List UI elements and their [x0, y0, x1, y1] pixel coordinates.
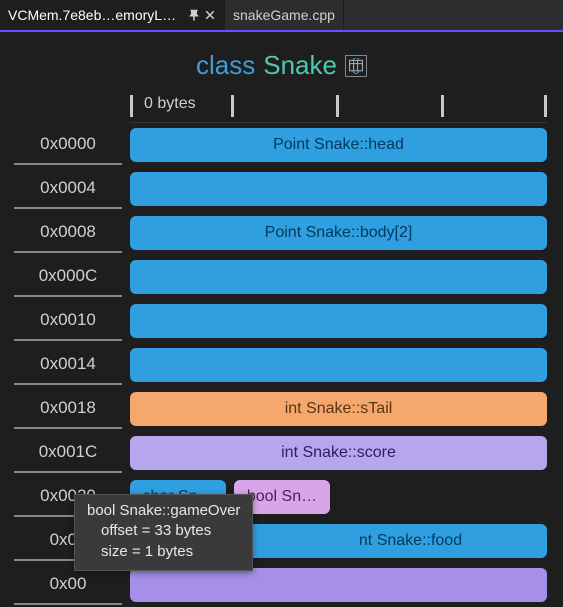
- field-bar[interactable]: [130, 304, 547, 338]
- field-row: int Snake::sTail: [130, 389, 547, 429]
- address-cell: 0x0004: [14, 169, 122, 209]
- field-tooltip: bool Snake::gameOver offset = 33 bytes s…: [74, 494, 253, 571]
- field-bar[interactable]: Point Snake::head: [130, 128, 547, 162]
- field-bar[interactable]: Point Snake::body[2]: [130, 216, 547, 250]
- field-row: [130, 257, 547, 297]
- field-bar[interactable]: int Snake::sTail: [130, 392, 547, 426]
- tab-label: VCMem.7e8eb…emoryLayout: [8, 7, 178, 23]
- address-cell: 0x0010: [14, 301, 122, 341]
- field-row: int Snake::score: [130, 433, 547, 473]
- tooltip-offset: offset = 33 bytes: [87, 521, 240, 541]
- address-cell: 0x001C: [14, 433, 122, 473]
- class-title: class Snake: [0, 32, 563, 89]
- field-row: [130, 345, 547, 385]
- field-bar[interactable]: int Snake::score: [130, 436, 547, 470]
- title-keyword: class: [196, 50, 255, 81]
- field-row: [130, 169, 547, 209]
- field-row: [130, 565, 547, 605]
- field-row: [130, 301, 547, 341]
- address-cell: 0x000C: [14, 257, 122, 297]
- ruler-label: 0 bytes: [144, 95, 196, 113]
- field-bar[interactable]: [130, 172, 547, 206]
- field-bar[interactable]: [130, 568, 547, 602]
- address-cell: 0x0014: [14, 345, 122, 385]
- title-name: Snake: [263, 50, 337, 81]
- address-cell: 0x0018: [14, 389, 122, 429]
- address-cell: 0x0008: [14, 213, 122, 253]
- address-cell: 0x0000: [14, 125, 122, 165]
- field-bar[interactable]: [130, 348, 547, 382]
- address-cell: 0x00: [14, 565, 122, 605]
- close-icon[interactable]: [204, 9, 216, 21]
- tooltip-size: size = 1 bytes: [87, 542, 240, 562]
- tab-bar: VCMem.7e8eb…emoryLayout snakeGame.cpp: [0, 0, 563, 32]
- tab-memory-layout[interactable]: VCMem.7e8eb…emoryLayout: [0, 0, 225, 30]
- layout-icon[interactable]: [345, 55, 367, 77]
- tooltip-name: bool Snake::gameOver: [87, 501, 240, 521]
- field-row: Point Snake::body[2]: [130, 213, 547, 253]
- tab-snakegame-cpp[interactable]: snakeGame.cpp: [225, 0, 344, 30]
- tab-label: snakeGame.cpp: [233, 7, 335, 23]
- byte-ruler: 0 bytes: [130, 89, 547, 123]
- field-row: Point Snake::head: [130, 125, 547, 165]
- pin-icon[interactable]: [188, 9, 200, 21]
- field-bar[interactable]: [130, 260, 547, 294]
